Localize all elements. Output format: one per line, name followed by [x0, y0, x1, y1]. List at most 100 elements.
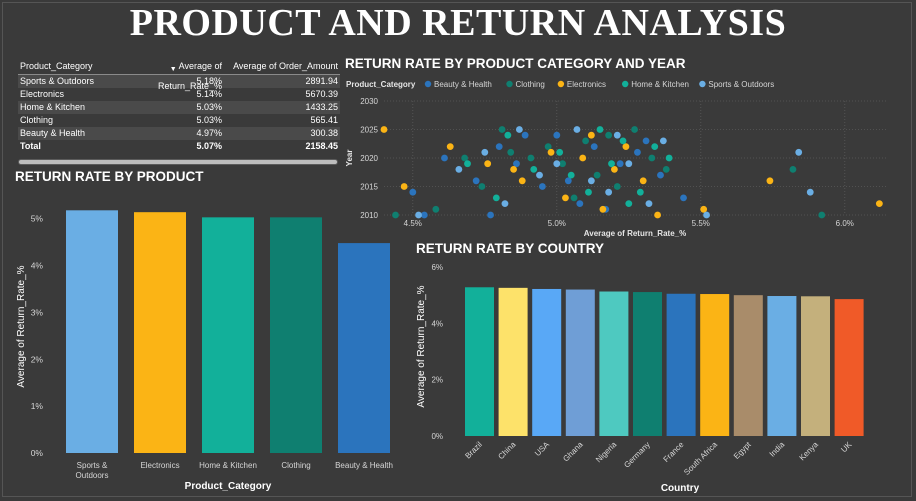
- scatter-point: [515, 126, 523, 133]
- scatter-point: [492, 194, 500, 202]
- scatter-point: [596, 126, 604, 133]
- x-axis-title: Average of Return_Rate_%: [584, 229, 686, 238]
- x-tick-label: Germany: [622, 440, 652, 470]
- scatter-point: [576, 200, 584, 208]
- y-axis-title: Average of Return_Rate_%: [16, 265, 27, 387]
- country-bar: [532, 288, 562, 436]
- scatter-point: [472, 177, 480, 185]
- product-bar: [270, 217, 322, 453]
- legend-marker: [622, 80, 629, 88]
- scatter-point: [553, 131, 561, 139]
- y-tick-label: 2020: [360, 154, 378, 163]
- legend-title: Product_Category: [346, 80, 416, 89]
- scatter-point: [521, 131, 529, 139]
- scatter-point: [680, 194, 687, 202]
- y-tick-label: 6%: [431, 263, 443, 272]
- x-tick-label: Kenya: [798, 440, 821, 463]
- scatter-point: [504, 131, 512, 139]
- x-tick-label: Egypt: [732, 440, 753, 461]
- scatter-point: [613, 183, 621, 190]
- scatter-point: [415, 211, 422, 219]
- scatter-point: [539, 183, 546, 190]
- x-tick-label: Outdoors: [76, 471, 109, 480]
- y-tick-label: 1%: [31, 401, 44, 411]
- scatter-point: [464, 160, 471, 168]
- scatter-point: [392, 211, 399, 219]
- scatter-point: [582, 137, 589, 145]
- scatter-point: [579, 154, 587, 162]
- country-bar: [565, 289, 595, 436]
- x-tick-label: India: [768, 440, 787, 459]
- y-tick-label: 4%: [31, 261, 44, 271]
- scatter-point: [703, 211, 710, 219]
- x-tick-label: China: [496, 440, 518, 462]
- scatter-point: [478, 183, 486, 190]
- scatter-point: [536, 171, 543, 179]
- legend-marker: [506, 80, 513, 88]
- x-tick-label: 6.0%: [836, 219, 854, 228]
- scatter-point: [605, 131, 613, 139]
- legend-item: Clothing: [516, 80, 545, 89]
- scatter-point: [639, 177, 647, 185]
- country-bar: [633, 292, 662, 436]
- product-bar: [202, 217, 254, 453]
- x-axis-title: Product_Category: [185, 481, 272, 492]
- x-tick-label: USA: [533, 440, 551, 458]
- scatter-point: [648, 154, 656, 162]
- product-bar: [66, 210, 118, 453]
- y-axis-title: Average of Return_Rate_%: [416, 285, 427, 407]
- y-tick-label: 4%: [431, 319, 443, 328]
- x-tick-label: Electronics: [140, 461, 179, 470]
- scatter-point: [818, 211, 826, 219]
- x-tick-label: France: [662, 440, 686, 464]
- charts-canvas: 0% 1% 2% 3% 4% 5% Sports &Outdoors Electronics H…: [16, 80, 888, 494]
- country-bar: [465, 287, 494, 436]
- country-bar: [700, 294, 730, 436]
- scatter-point: [651, 143, 659, 151]
- scatter-point: [789, 166, 797, 173]
- x-tick-label: Brazil: [463, 440, 484, 461]
- scatter-point: [547, 148, 555, 156]
- scatter-point: [487, 211, 494, 219]
- legend-item: Beauty & Health: [434, 80, 492, 89]
- scatter-point: [481, 148, 489, 156]
- scatter-point: [795, 148, 803, 156]
- scatter-point: [587, 177, 595, 185]
- scatter-point: [631, 126, 638, 133]
- x-tick-label: Home & Kitchen: [199, 461, 257, 470]
- y-tick-label: 0%: [31, 448, 44, 458]
- legend-item: Sports & Outdoors: [708, 80, 774, 89]
- scatter-point: [608, 160, 615, 168]
- country-bar: [834, 299, 864, 436]
- scatter-point: [573, 126, 581, 133]
- x-tick-label: Ghana: [561, 440, 585, 464]
- scatter-point: [530, 166, 538, 173]
- scatter-point: [605, 188, 613, 196]
- scatter-point: [590, 143, 598, 151]
- x-tick-label: Sports &: [77, 461, 108, 470]
- country-bar: [733, 295, 763, 436]
- country-bar: [801, 296, 830, 436]
- scatter-point: [553, 160, 561, 168]
- x-tick-label: Nigeria: [594, 440, 619, 465]
- scatter-point: [625, 160, 633, 168]
- x-tick-label: 4.5%: [404, 219, 422, 228]
- scatter-point: [498, 126, 506, 133]
- scatter-point: [556, 148, 564, 156]
- scatter-point: [654, 211, 661, 219]
- scatter-point: [409, 188, 417, 196]
- scatter-point: [510, 166, 517, 173]
- scatter-point: [806, 188, 814, 196]
- scatter-point: [441, 154, 448, 162]
- scatter-point: [518, 177, 526, 185]
- country-bar: [767, 296, 797, 436]
- scatter-point: [567, 171, 575, 179]
- y-tick-label: 2010: [360, 211, 378, 220]
- y-tick-label: 2030: [360, 97, 378, 106]
- scatter-point: [593, 171, 601, 179]
- country-bar: [599, 291, 629, 436]
- y-tick-label: 2%: [31, 354, 44, 364]
- x-tick-label: Beauty & Health: [335, 461, 393, 470]
- scatter-point: [455, 166, 463, 173]
- legend-marker: [424, 80, 432, 88]
